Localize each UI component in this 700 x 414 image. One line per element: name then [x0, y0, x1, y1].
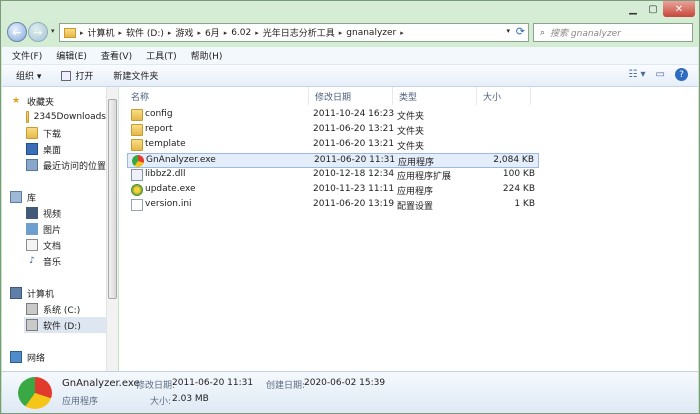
column-header-size[interactable]: 大小	[477, 87, 531, 105]
navigation-bar: ← → ▾ ▸ 计算机 ▸ 软件 (D:) ▸ 游戏 ▸ 6月 ▸ 6.02 ▸ 光年日志…	[7, 21, 697, 45]
recent-pages-dropdown[interactable]: ▾	[51, 27, 55, 35]
file-row[interactable]: report 2011-06-20 13:21 文件夹	[127, 123, 539, 138]
organize-button[interactable]: 组织 ▾	[16, 69, 41, 82]
libraries-header[interactable]: 库	[10, 189, 114, 205]
sidebar-item-documents[interactable]: 文档	[26, 237, 106, 253]
ini-file-icon	[131, 199, 143, 211]
file-row[interactable]: template 2011-06-20 13:21 文件夹	[127, 138, 539, 153]
file-list: 名称 修改日期 类型 大小 config 2011-10-24 16:23 文件…	[119, 87, 698, 371]
view-options-icon[interactable]: ☷ ▾	[628, 69, 645, 80]
minimize-button[interactable]: ▁	[623, 1, 643, 17]
breadcrumb-1[interactable]: 软件 (D:)	[126, 26, 164, 39]
computer-header[interactable]: 计算机	[10, 285, 114, 301]
star-icon: ★	[11, 96, 21, 106]
sidebar-item-drive-c[interactable]: 系统 (C:)	[26, 301, 106, 317]
breadcrumb-0[interactable]: 计算机	[88, 26, 115, 39]
music-icon: ♪	[29, 256, 35, 266]
sidebar-item-downloads[interactable]: 下载	[26, 125, 106, 141]
menu-bar: 文件(F) 编辑(E) 查看(V) 工具(T) 帮助(H)	[2, 47, 698, 65]
sidebar-item-desktop[interactable]: 桌面	[26, 141, 106, 157]
details-created-value: 2020-06-02 15:39	[304, 378, 386, 388]
sidebar-item-music[interactable]: ♪ 音乐	[26, 253, 106, 269]
drive-icon	[26, 319, 38, 331]
column-header-name[interactable]: 名称	[125, 87, 309, 105]
library-icon	[10, 191, 22, 203]
help-icon[interactable]: ?	[675, 68, 688, 81]
open-icon	[61, 70, 72, 81]
details-modified-label: 修改日期:	[136, 381, 176, 391]
file-row-selected[interactable]: GnAnalyzer.exe 2011-06-20 11:31 应用程序 2,0…	[127, 153, 539, 168]
address-bar[interactable]: ▸ 计算机 ▸ 软件 (D:) ▸ 游戏 ▸ 6月 ▸ 6.02 ▸ 光年日志分析工具 ▸ …	[59, 23, 529, 42]
documents-icon	[26, 239, 38, 251]
sidebar-scrollbar[interactable]	[106, 87, 118, 371]
gnanalyzer-app-icon	[18, 377, 52, 409]
search-icon: ⌕	[540, 27, 546, 38]
sidebar-item-recent[interactable]: 最近访问的位置	[26, 157, 106, 173]
breadcrumb-6[interactable]: gnanalyzer	[346, 28, 396, 38]
dll-file-icon	[131, 169, 143, 181]
menu-tools[interactable]: 工具(T)	[146, 49, 177, 62]
new-folder-button[interactable]: 新建文件夹	[113, 69, 158, 82]
details-size-value: 2.03 MB	[172, 394, 209, 404]
menu-help[interactable]: 帮助(H)	[191, 49, 223, 62]
drive-icon	[26, 303, 38, 315]
navigation-pane: ★ 收藏夹 2345Downloads 下载 桌面 最近访问的位置 库 视频 图…	[2, 87, 118, 371]
explorer-window: ▁ ▢ ✕ ← → ▾ ▸ 计算机 ▸ 软件 (D:) ▸ 游戏 ▸ 6月 ▸ 6.02…	[0, 0, 700, 414]
refresh-icon[interactable]: ⟳	[516, 25, 525, 38]
details-modified-value: 2011-06-20 11:31	[172, 378, 254, 388]
open-button[interactable]: 打开	[61, 69, 93, 82]
folder-icon	[131, 139, 143, 151]
folder-icon	[131, 124, 143, 136]
sidebar-item-videos[interactable]: 视频	[26, 205, 106, 221]
update-app-icon	[131, 184, 143, 196]
breadcrumb-4[interactable]: 6.02	[231, 28, 251, 38]
close-button[interactable]: ✕	[663, 1, 695, 17]
menu-edit[interactable]: 编辑(E)	[56, 49, 87, 62]
search-box[interactable]: ⌕ 搜索 gnanalyzer	[533, 23, 693, 42]
download-folder-icon	[26, 127, 38, 139]
back-button[interactable]: ←	[7, 22, 27, 42]
file-row[interactable]: config 2011-10-24 16:23 文件夹	[127, 108, 539, 123]
sidebar-item-drive-d[interactable]: 软件 (D:)	[24, 317, 106, 333]
file-row[interactable]: libbz2.dll 2010-12-18 12:34 应用程序扩展 100 K…	[127, 168, 539, 183]
video-icon	[26, 207, 38, 219]
sidebar-item-downloads2345[interactable]: 2345Downloads	[26, 109, 106, 125]
computer-icon	[10, 287, 22, 299]
pictures-icon	[26, 223, 38, 235]
breadcrumb-3[interactable]: 6月	[205, 26, 220, 39]
gnanalyzer-app-icon	[132, 155, 144, 167]
breadcrumb-5[interactable]: 光年日志分析工具	[263, 26, 335, 39]
maximize-button[interactable]: ▢	[643, 1, 663, 17]
menu-file[interactable]: 文件(F)	[12, 49, 42, 62]
menu-view[interactable]: 查看(V)	[101, 49, 132, 62]
details-type: 应用程序	[62, 397, 99, 407]
folder-icon	[64, 27, 76, 38]
folder-icon	[26, 111, 29, 123]
folder-icon	[131, 109, 143, 121]
command-bar: 组织 ▾ 打开 新建文件夹 ☷ ▾ ▭ ?	[2, 65, 698, 87]
breadcrumb-2[interactable]: 游戏	[175, 26, 193, 39]
forward-button[interactable]: →	[28, 22, 48, 42]
network-icon	[10, 351, 22, 363]
desktop-icon	[26, 143, 38, 155]
column-header-date[interactable]: 修改日期	[309, 87, 393, 105]
details-created-label: 创建日期:	[266, 381, 306, 391]
details-filename: GnAnalyzer.exe	[62, 378, 140, 389]
details-pane: GnAnalyzer.exe 修改日期: 2011-06-20 11:31 创建…	[2, 371, 698, 413]
details-size-label: 大小:	[150, 397, 172, 407]
sidebar-item-pictures[interactable]: 图片	[26, 221, 106, 237]
favorites-header[interactable]: ★ 收藏夹	[10, 93, 114, 109]
file-row[interactable]: update.exe 2010-11-23 11:11 应用程序 224 KB	[127, 183, 539, 198]
scrollbar-thumb[interactable]	[108, 99, 117, 299]
preview-pane-icon[interactable]: ▭	[656, 69, 665, 80]
recent-places-icon	[26, 159, 38, 171]
column-header-type[interactable]: 类型	[393, 87, 477, 105]
network-header[interactable]: 网络	[10, 349, 114, 365]
address-dropdown-icon[interactable]: ▾	[506, 27, 510, 35]
search-placeholder: 搜索 gnanalyzer	[550, 29, 621, 39]
file-row[interactable]: version.ini 2011-06-20 13:19 配置设置 1 KB	[127, 198, 539, 213]
